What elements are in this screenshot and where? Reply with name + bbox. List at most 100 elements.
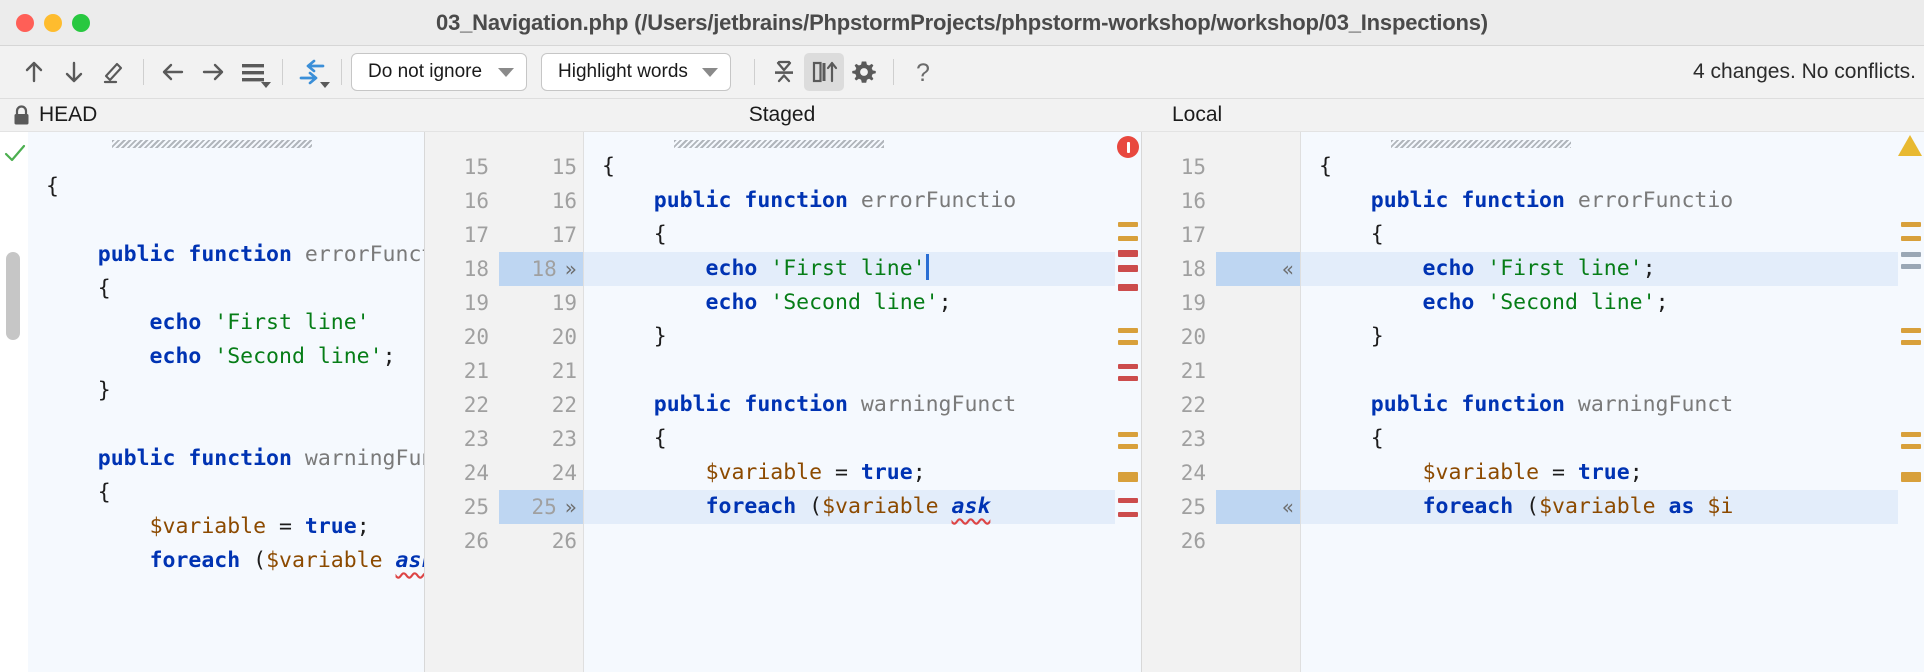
next-difference-button[interactable] (54, 53, 94, 91)
line-number-action[interactable]: 16 (499, 184, 583, 218)
local-code-area[interactable]: { public function errorFunctio { echo 'F… (1300, 132, 1898, 672)
apply-change-chevron[interactable]: « (1282, 497, 1294, 517)
line-number-action[interactable]: 23 (499, 422, 583, 456)
line-number-action[interactable]: 26 (499, 524, 583, 558)
accept-right-button[interactable] (193, 53, 233, 91)
code-line[interactable] (584, 354, 1115, 388)
code-line[interactable] (28, 204, 424, 238)
line-number-action[interactable]: 22 (499, 388, 583, 422)
line-number-action[interactable] (1216, 388, 1300, 422)
code-line[interactable] (28, 136, 424, 170)
code-line[interactable]: public function errorFunct (28, 238, 424, 272)
code-line[interactable] (584, 524, 1115, 558)
settings-button[interactable] (844, 53, 884, 91)
line-number-action[interactable] (1216, 354, 1300, 388)
line-number-action[interactable] (1216, 320, 1300, 354)
code-line[interactable]: echo 'Second line'; (584, 286, 1115, 320)
warning-badge-icon[interactable] (1898, 135, 1922, 156)
line-number-action[interactable] (1216, 150, 1300, 184)
code-token: echo (1319, 290, 1488, 315)
line-number-action[interactable] (1216, 456, 1300, 490)
apply-change-chevron[interactable]: « (1282, 259, 1294, 279)
synchronize-scrolling-toggle[interactable] (803, 53, 844, 91)
line-number-action[interactable] (1216, 218, 1300, 252)
change-marker (1118, 444, 1138, 449)
staged-code-area[interactable]: { public function errorFunctio { echo 'F… (583, 132, 1115, 672)
code-line[interactable]: } (584, 320, 1115, 354)
code-line[interactable]: { (1301, 150, 1898, 184)
line-number-action[interactable]: « (1216, 252, 1300, 286)
line-number-action[interactable] (1216, 524, 1300, 558)
error-badge-icon[interactable] (1117, 136, 1139, 158)
code-line[interactable]: echo 'First line'; (1301, 252, 1898, 286)
local-linenumbers-right[interactable]: «« (1216, 132, 1300, 672)
code-line[interactable]: echo 'First line' (28, 306, 424, 340)
line-number-action[interactable] (1216, 184, 1300, 218)
left-change-gutter[interactable] (0, 132, 28, 672)
ignore-policy-label: Do not ignore (368, 61, 483, 82)
line-number-value: 17 (551, 223, 577, 247)
code-line[interactable]: foreach ($variable as $i (1301, 490, 1898, 524)
apply-change-chevron[interactable]: » (565, 497, 577, 517)
collapse-unchanged-button[interactable] (764, 53, 804, 91)
code-line[interactable]: { (584, 422, 1115, 456)
code-token: warningFun (304, 446, 424, 471)
line-number-action[interactable]: 18 » (499, 252, 583, 286)
line-number-action[interactable]: 19 (499, 286, 583, 320)
code-line[interactable]: public function errorFunctio (1301, 184, 1898, 218)
staged-marker-strip[interactable] (1115, 132, 1141, 672)
line-number: 17 (1142, 218, 1216, 252)
code-line[interactable]: public function errorFunctio (584, 184, 1115, 218)
code-line[interactable] (1301, 524, 1898, 558)
highlight-policy-dropdown[interactable]: Highlight words (541, 53, 731, 91)
code-line[interactable]: { (28, 476, 424, 510)
lines-options-button[interactable] (233, 53, 273, 91)
code-line[interactable]: public function warningFunct (584, 388, 1115, 422)
line-number-action[interactable]: 25 » (499, 490, 583, 524)
code-line[interactable]: echo 'First line' (584, 252, 1115, 286)
apply-non-conflicting-button[interactable] (292, 53, 332, 91)
line-number-action[interactable]: 21 (499, 354, 583, 388)
line-number-value: 16 (1180, 189, 1206, 213)
line-number-action[interactable]: 20 (499, 320, 583, 354)
line-number-action[interactable]: « (1216, 490, 1300, 524)
code-line[interactable]: foreach ($variable ask (584, 490, 1115, 524)
ignore-policy-dropdown[interactable]: Do not ignore (351, 53, 527, 91)
code-line[interactable]: $variable = true; (584, 456, 1115, 490)
line-number-value: 19 (551, 291, 577, 315)
code-line[interactable]: { (1301, 218, 1898, 252)
code-line[interactable]: { (584, 150, 1115, 184)
code-line[interactable]: { (584, 218, 1115, 252)
code-line[interactable]: echo 'Second line'; (1301, 286, 1898, 320)
code-line[interactable]: } (1301, 320, 1898, 354)
help-button[interactable]: ? (903, 53, 943, 91)
line-number-action[interactable]: 17 (499, 218, 583, 252)
apply-change-chevron[interactable]: » (565, 259, 577, 279)
code-line[interactable]: foreach ($variable ask (28, 544, 424, 578)
line-number-action[interactable]: 24 (499, 456, 583, 490)
code-line[interactable] (1301, 354, 1898, 388)
code-line[interactable]: echo 'Second line'; (28, 340, 424, 374)
code-line[interactable] (28, 408, 424, 442)
line-number: 20 (425, 320, 499, 354)
line-number-action[interactable]: 15 (499, 150, 583, 184)
code-line[interactable]: { (28, 272, 424, 306)
code-line[interactable]: { (28, 170, 424, 204)
accept-left-button[interactable] (153, 53, 193, 91)
code-line[interactable]: public function warningFun (28, 442, 424, 476)
left-code-area[interactable]: { public function errorFunct { echo 'Fir… (28, 132, 424, 672)
code-line[interactable]: $variable = true; (1301, 456, 1898, 490)
previous-difference-button[interactable] (14, 53, 54, 91)
line-number-value: 22 (1180, 393, 1206, 417)
line-number-action[interactable] (1216, 422, 1300, 456)
code-line[interactable]: { (1301, 422, 1898, 456)
code-line[interactable]: $variable = true; (28, 510, 424, 544)
edit-source-button[interactable] (94, 53, 134, 91)
code-line[interactable]: } (28, 374, 424, 408)
left-scrollbar-thumb[interactable] (6, 252, 20, 340)
line-number-action[interactable] (1216, 286, 1300, 320)
code-line[interactable]: public function warningFunct (1301, 388, 1898, 422)
staged-linenumbers-right[interactable]: 15 16 17 18 » 19 20 21 22 23 24 25 » 26 (499, 132, 583, 672)
local-marker-strip[interactable] (1898, 132, 1924, 672)
